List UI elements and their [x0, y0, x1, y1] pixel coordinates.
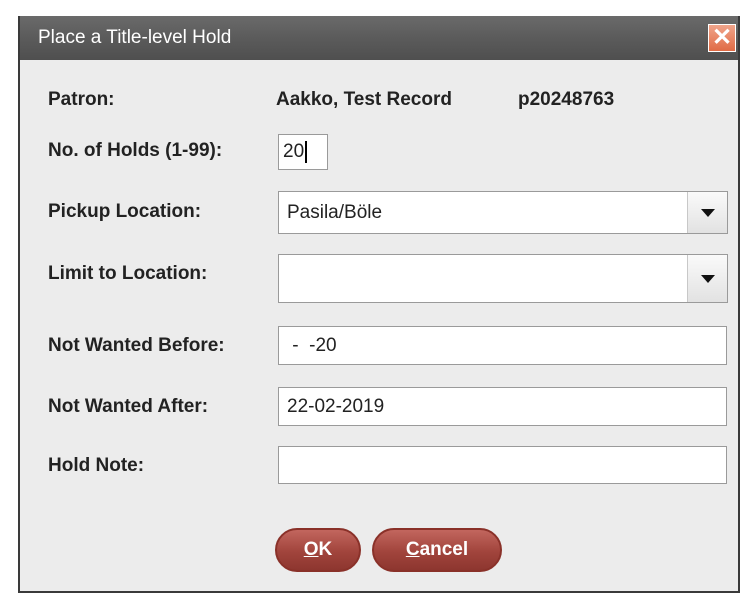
- holds-label: No. of Holds (1-99):: [48, 140, 223, 161]
- ok-mnemonic: O: [303, 539, 319, 560]
- not-before-label: Not Wanted Before:: [48, 335, 225, 356]
- text-caret: [305, 141, 308, 163]
- holds-value: 20: [283, 141, 305, 162]
- patron-id: p20248763: [518, 89, 615, 110]
- ok-button[interactable]: OK: [275, 528, 361, 572]
- hold-dialog: Place a Title-level Hold ✕ Patron: Aakko…: [18, 16, 740, 593]
- chevron-down-icon: [700, 208, 715, 217]
- hold-note-label: Hold Note:: [48, 455, 145, 476]
- holds-input[interactable]: 20: [278, 134, 328, 170]
- dialog-title: Place a Title-level Hold: [38, 27, 232, 48]
- cancel-mnemonic: C: [405, 539, 420, 560]
- pickup-dropdown-button[interactable]: [687, 192, 727, 233]
- not-after-value: 22-02-2019: [287, 395, 385, 417]
- limit-label: Limit to Location:: [48, 263, 208, 284]
- not-after-input[interactable]: 22-02-2019: [278, 387, 727, 426]
- pickup-label: Pickup Location:: [48, 201, 202, 222]
- ok-label: K: [318, 539, 333, 560]
- dialog-titlebar[interactable]: Place a Title-level Hold ✕: [20, 16, 738, 60]
- patron-label: Patron:: [48, 89, 115, 110]
- hold-note-input[interactable]: [278, 446, 727, 484]
- not-before-input[interactable]: - -20: [278, 326, 727, 365]
- pickup-value: Pasila/Böle: [287, 201, 383, 223]
- patron-name: Aakko, Test Record: [276, 89, 452, 110]
- close-icon[interactable]: ✕: [708, 24, 736, 52]
- cancel-button[interactable]: Cancel: [372, 528, 502, 572]
- not-after-label: Not Wanted After:: [48, 396, 209, 417]
- limit-dropdown-button[interactable]: [687, 255, 727, 302]
- cancel-label: ancel: [419, 539, 469, 560]
- chevron-down-icon: [700, 274, 715, 283]
- pickup-location-select[interactable]: Pasila/Böle: [278, 191, 728, 234]
- not-before-value: - -20: [287, 334, 337, 356]
- limit-location-select[interactable]: [278, 254, 728, 303]
